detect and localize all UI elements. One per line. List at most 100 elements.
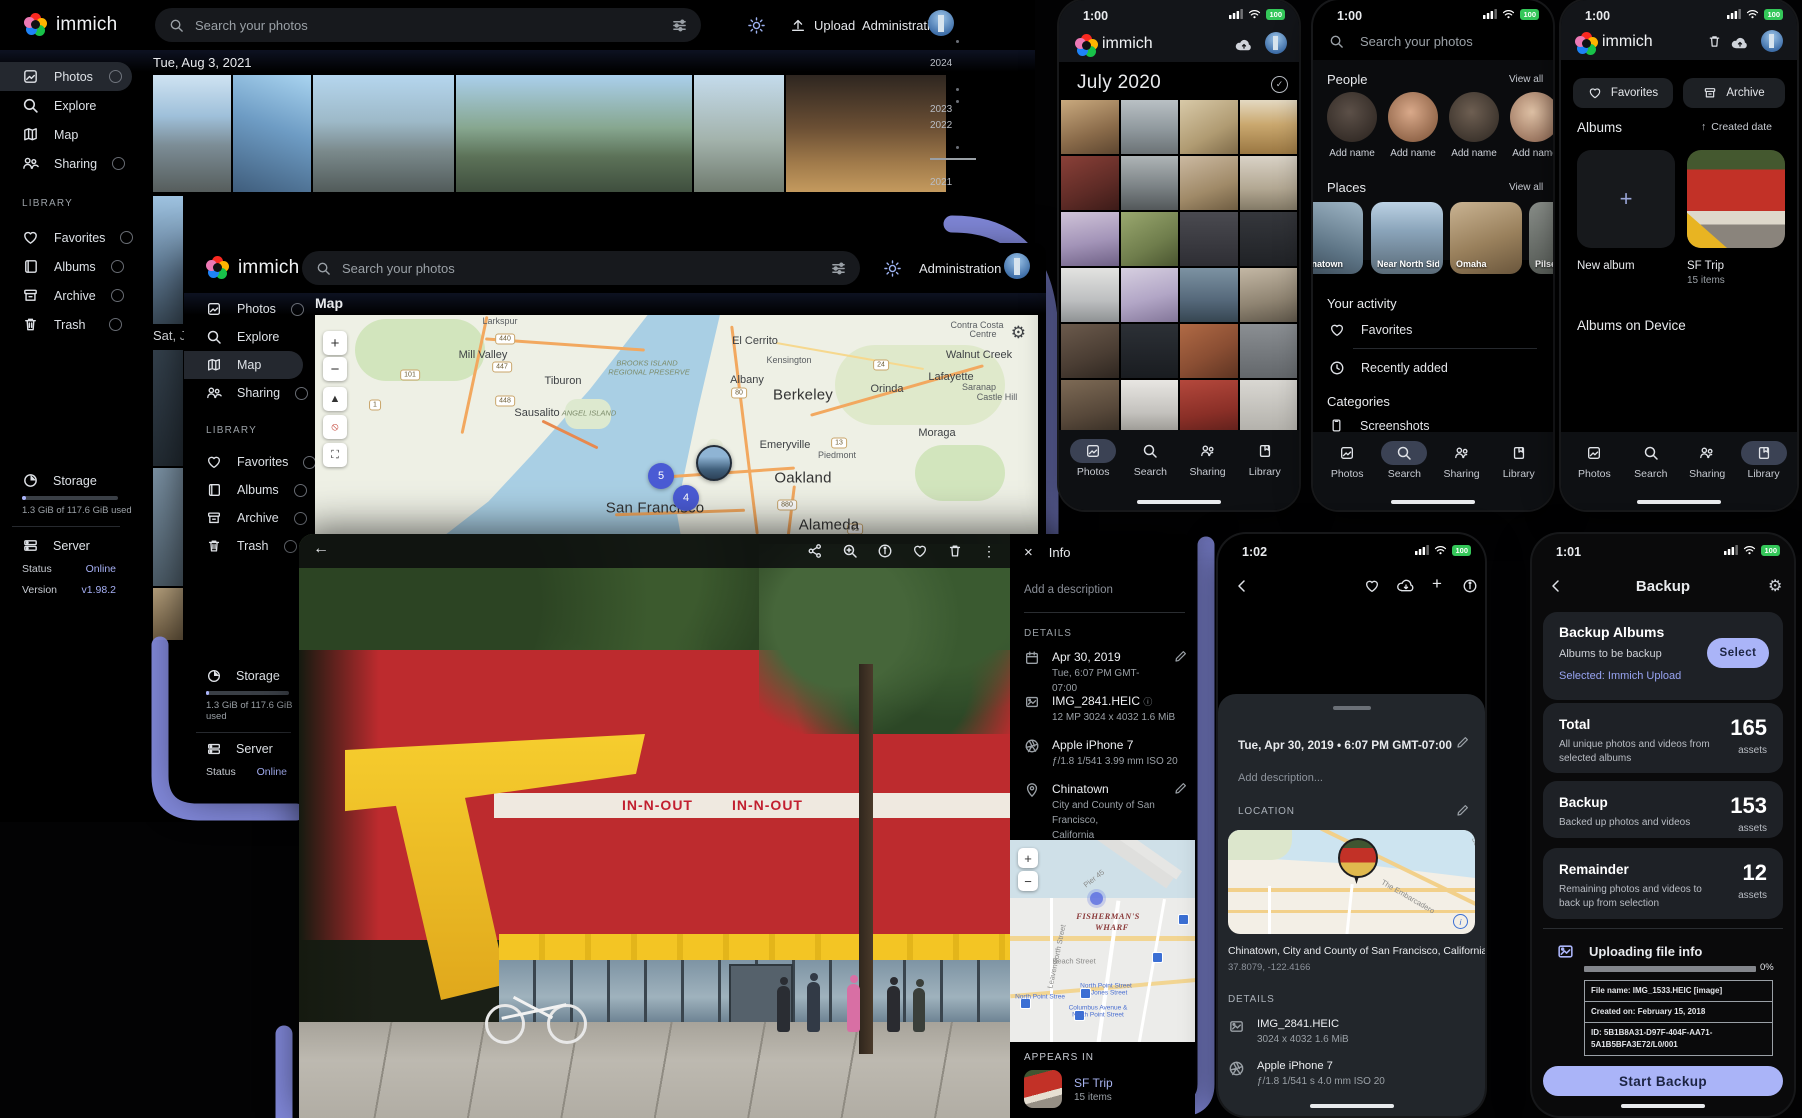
map-info-icon[interactable]: i bbox=[1453, 914, 1468, 929]
back-icon[interactable]: ← bbox=[313, 540, 329, 558]
heart-icon[interactable] bbox=[912, 543, 928, 559]
add-description-field[interactable]: Add description... bbox=[1238, 772, 1323, 784]
start-backup-button[interactable]: Start Backup bbox=[1543, 1066, 1783, 1096]
edit-pencil-icon[interactable] bbox=[1174, 650, 1187, 663]
photo-thumb[interactable] bbox=[1061, 268, 1119, 322]
tab-photos[interactable]: Photos bbox=[1070, 439, 1116, 510]
edit-pencil-icon[interactable] bbox=[1456, 804, 1469, 817]
sidebar-item-albums[interactable]: Albums bbox=[184, 476, 303, 504]
photo-thumb[interactable] bbox=[1180, 380, 1238, 434]
location-map[interactable]: The EmbarcaderoSan Francisco Ferry i bbox=[1228, 830, 1475, 934]
person-avatar[interactable]: Add name bbox=[1327, 92, 1377, 142]
photo-thumb[interactable] bbox=[1180, 324, 1238, 378]
photo-thumb[interactable] bbox=[1180, 100, 1238, 154]
file-info-icon[interactable]: ⓘ bbox=[1143, 697, 1152, 707]
person-avatar[interactable]: Add name bbox=[1388, 92, 1438, 142]
tab-photos[interactable]: Photos bbox=[1324, 441, 1370, 510]
select-button[interactable]: Select bbox=[1707, 638, 1769, 668]
select-all-check-icon[interactable]: ✓ bbox=[1271, 76, 1288, 93]
cloud-icon[interactable] bbox=[1397, 578, 1415, 593]
tab-photos[interactable]: Photos bbox=[1571, 441, 1617, 510]
edit-pencil-icon[interactable] bbox=[1456, 736, 1469, 749]
administration-button[interactable]: Administration bbox=[919, 251, 1001, 285]
user-avatar[interactable] bbox=[1761, 30, 1783, 52]
photo-thumb[interactable] bbox=[1240, 380, 1298, 434]
tab-library[interactable]: Library bbox=[1741, 441, 1787, 510]
photo-map-marker[interactable] bbox=[1338, 838, 1378, 878]
sidebar-item-favorites[interactable]: Favorites bbox=[184, 448, 303, 476]
archive-chip[interactable]: Archive bbox=[1683, 78, 1785, 108]
photo-map-marker[interactable] bbox=[696, 445, 732, 481]
home-indicator[interactable] bbox=[1310, 1104, 1394, 1108]
edit-pencil-icon[interactable] bbox=[1174, 782, 1187, 795]
map-settings-gear-icon[interactable]: ⚙ bbox=[1011, 323, 1026, 343]
appears-in-album[interactable]: SF Trip15 items bbox=[1024, 1070, 1113, 1108]
photo-thumb[interactable] bbox=[1180, 156, 1238, 210]
filter-icon[interactable] bbox=[831, 261, 846, 276]
favorites-row[interactable]: Favorites bbox=[1329, 322, 1412, 338]
theme-toggle-button[interactable] bbox=[884, 251, 901, 285]
place-card[interactable]: Near North Side bbox=[1371, 202, 1443, 274]
immich-logo[interactable]: immich bbox=[1075, 34, 1153, 54]
photo-thumb[interactable] bbox=[1061, 380, 1119, 434]
sidebar-item-map[interactable]: Map bbox=[184, 351, 303, 379]
home-indicator[interactable] bbox=[1621, 1104, 1705, 1108]
layers-disabled-button[interactable]: ⦸ bbox=[323, 415, 347, 439]
trash-icon[interactable] bbox=[1707, 34, 1722, 49]
photo-thumb[interactable] bbox=[1061, 156, 1119, 210]
photo-in-n-out[interactable]: IN-N-OUT IN-N-OUT bbox=[299, 534, 1010, 1118]
people-view-all[interactable]: View all bbox=[1509, 74, 1543, 85]
immich-logo[interactable]: immich bbox=[206, 256, 299, 279]
add-name-label[interactable]: Add name bbox=[1390, 148, 1436, 159]
favorites-chip[interactable]: Favorites bbox=[1573, 78, 1673, 108]
search-input[interactable]: Search your photos bbox=[302, 251, 860, 285]
heart-icon[interactable] bbox=[1364, 578, 1380, 594]
home-indicator[interactable] bbox=[1137, 500, 1221, 504]
photo-thumb[interactable] bbox=[1121, 268, 1179, 322]
places-view-all[interactable]: View all bbox=[1509, 182, 1543, 193]
photo-cluster-marker[interactable]: 5 bbox=[648, 463, 674, 489]
location-map[interactable]: Pier 45FISHERMAN'SWHARFBeach StreetLeave… bbox=[1010, 840, 1195, 1042]
sidebar-item-explore[interactable]: Explore bbox=[184, 323, 303, 351]
sort-button[interactable]: ↑Created date bbox=[1701, 121, 1772, 133]
tab-library[interactable]: Library bbox=[1242, 439, 1288, 510]
place-card[interactable]: Omaha bbox=[1450, 202, 1522, 274]
zoom-out-button[interactable]: − bbox=[323, 357, 347, 381]
sidebar-item-photos[interactable]: Photos bbox=[184, 295, 303, 323]
photo-thumb[interactable] bbox=[1121, 380, 1179, 434]
add-name-label[interactable]: Add name bbox=[1512, 148, 1553, 159]
photo-thumb[interactable] bbox=[1061, 212, 1119, 266]
screenshots-row[interactable]: Screenshots bbox=[1329, 418, 1429, 433]
cloud-upload-icon[interactable] bbox=[1235, 38, 1253, 52]
add-description-field[interactable]: Add a description bbox=[1024, 584, 1113, 596]
place-card[interactable]: Pilsen bbox=[1529, 202, 1553, 274]
person-avatar[interactable]: Add name bbox=[1449, 92, 1499, 142]
photo-thumb[interactable] bbox=[1240, 156, 1298, 210]
photo-thumb[interactable] bbox=[1061, 100, 1119, 154]
photo-thumb[interactable] bbox=[1121, 156, 1179, 210]
photo-thumb[interactable] bbox=[1240, 212, 1298, 266]
photo-thumb[interactable] bbox=[1180, 212, 1238, 266]
fullscreen-button[interactable]: ⛶ bbox=[323, 443, 347, 467]
photo-thumb[interactable] bbox=[1121, 324, 1179, 378]
user-avatar[interactable] bbox=[1004, 253, 1030, 279]
cloud-upload-icon[interactable] bbox=[1731, 36, 1749, 50]
info-icon[interactable] bbox=[1462, 578, 1478, 594]
info-icon[interactable] bbox=[877, 543, 893, 559]
sidebar-item-sharing[interactable]: Sharing bbox=[184, 379, 303, 407]
photo-thumb[interactable] bbox=[1121, 100, 1179, 154]
add-name-label[interactable]: Add name bbox=[1329, 148, 1375, 159]
photo-thumb[interactable] bbox=[1061, 324, 1119, 378]
immich-logo[interactable]: immich bbox=[1575, 32, 1653, 52]
more-icon[interactable]: ⋮ bbox=[982, 543, 996, 560]
add-name-label[interactable]: Add name bbox=[1451, 148, 1497, 159]
photo-thumb[interactable] bbox=[1240, 268, 1298, 322]
photo-cluster-marker[interactable]: 4 bbox=[673, 485, 699, 511]
zoom-in-button[interactable]: + bbox=[1018, 848, 1038, 868]
zoom-in-icon[interactable] bbox=[842, 543, 858, 559]
user-avatar[interactable] bbox=[1265, 32, 1287, 54]
share-icon[interactable] bbox=[807, 543, 823, 559]
recently-added-row[interactable]: Recently added bbox=[1329, 360, 1448, 376]
photo-thumb[interactable] bbox=[1180, 268, 1238, 322]
tab-library[interactable]: Library bbox=[1496, 441, 1542, 510]
